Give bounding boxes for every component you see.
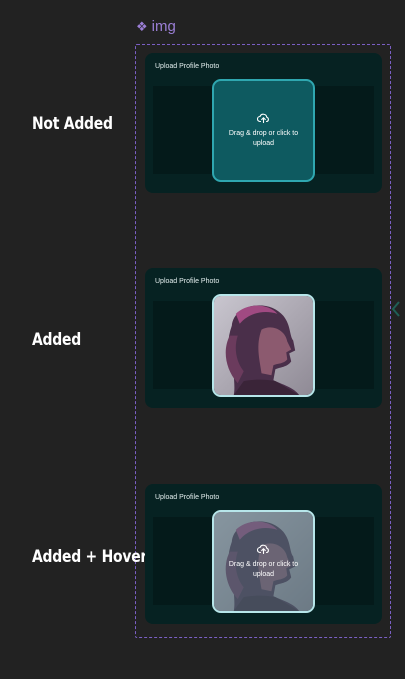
chevron-left-icon[interactable]: [390, 300, 402, 318]
upload-dropzone[interactable]: Drag & drop or click to upload: [212, 79, 315, 182]
upload-card-added: Upload Profile Photo: [145, 268, 382, 408]
upload-instructions: Drag & drop or click to upload: [228, 129, 299, 147]
component-tag: ❖ img: [136, 18, 176, 35]
diamond-icon: ❖: [136, 19, 148, 34]
state-label-added: Added: [32, 330, 81, 350]
card-title: Upload Profile Photo: [155, 63, 220, 70]
profile-photo: [214, 296, 313, 395]
card-title: Upload Profile Photo: [155, 278, 220, 285]
upload-card-not-added: Upload Profile Photo Drag & drop or clic…: [145, 53, 382, 193]
cloud-upload-icon: [257, 544, 269, 554]
card-title: Upload Profile Photo: [155, 494, 220, 501]
upload-instructions: Drag & drop or click to upload: [228, 560, 299, 578]
upload-card-added-hover: Upload Profile Photo Drag & drop or clic: [145, 484, 382, 624]
component-tag-label: img: [151, 18, 176, 35]
state-label-added-hover: Added + Hover: [32, 547, 148, 567]
upload-dropzone[interactable]: Drag & drop or click to upload: [212, 510, 315, 613]
cloud-upload-icon: [257, 113, 269, 123]
upload-dropzone[interactable]: [212, 294, 315, 397]
state-label-not-added: Not Added: [32, 114, 113, 134]
